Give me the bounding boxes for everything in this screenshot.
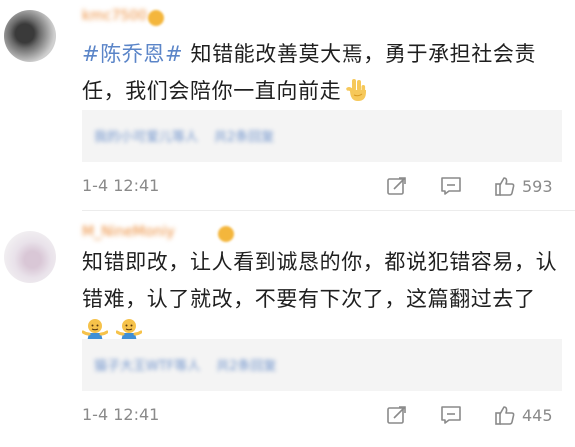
avatar[interactable] xyxy=(4,231,56,283)
avatar[interactable] xyxy=(4,10,56,62)
reply-preview[interactable]: 我的小可爱儿等人 共2条回复 xyxy=(82,110,562,162)
reply-count[interactable]: 共2条回复 xyxy=(214,130,274,145)
reply-count[interactable]: 共2条回复 xyxy=(216,359,276,374)
thumbs-up-icon xyxy=(494,404,516,426)
comment-icon xyxy=(440,404,462,426)
repost-button[interactable] xyxy=(386,172,408,200)
hashtag-link[interactable]: #陈乔恩# xyxy=(82,42,183,66)
username[interactable]: M_NineMoniy xyxy=(82,224,175,244)
repost-icon xyxy=(386,404,408,426)
timestamp: 1-4 12:41 xyxy=(82,176,160,195)
comment-footer: 1-4 12:41 593 xyxy=(82,172,561,202)
comment-text: 知错即改，让人看到诚恳的你，都说犯错容易，认错难，认了就改，不要有下次了，这篇翻… xyxy=(82,250,558,311)
like-count: 445 xyxy=(522,405,553,425)
username[interactable]: kmc7500 xyxy=(82,8,147,28)
comment-item: M_NineMoniy 知错即改，让人看到诚恳的你，都说犯错容易，认错难，认了就… xyxy=(0,211,575,447)
comment-button[interactable] xyxy=(440,401,462,429)
comment-footer: 1-4 12:41 445 xyxy=(82,401,561,431)
comment-button[interactable] xyxy=(440,172,462,200)
thumbs-up-icon xyxy=(494,175,516,197)
reply-users[interactable]: 猫子大王WTF等人 xyxy=(94,359,200,374)
comment-icon xyxy=(440,175,462,197)
victory-hand-emoji-icon xyxy=(345,77,371,103)
timestamp: 1-4 12:41 xyxy=(82,405,160,424)
comment-item: kmc7500 #陈乔恩# 知错能改善莫大焉，勇于承担社会责任，我们会陪你一直向… xyxy=(0,0,575,211)
like-button[interactable]: 445 xyxy=(494,401,553,429)
like-button[interactable]: 593 xyxy=(494,172,553,200)
reply-preview[interactable]: 猫子大王WTF等人 共2条回复 xyxy=(82,339,562,391)
verified-badge-icon xyxy=(218,226,234,242)
verified-badge-icon xyxy=(148,10,164,26)
reply-users[interactable]: 我的小可爱儿等人 xyxy=(94,130,198,145)
repost-icon xyxy=(386,175,408,197)
repost-button[interactable] xyxy=(386,401,408,429)
comment-text: #陈乔恩# 知错能改善莫大焉，勇于承担社会责任，我们会陪你一直向前走 xyxy=(82,36,561,110)
like-count: 593 xyxy=(522,176,553,196)
